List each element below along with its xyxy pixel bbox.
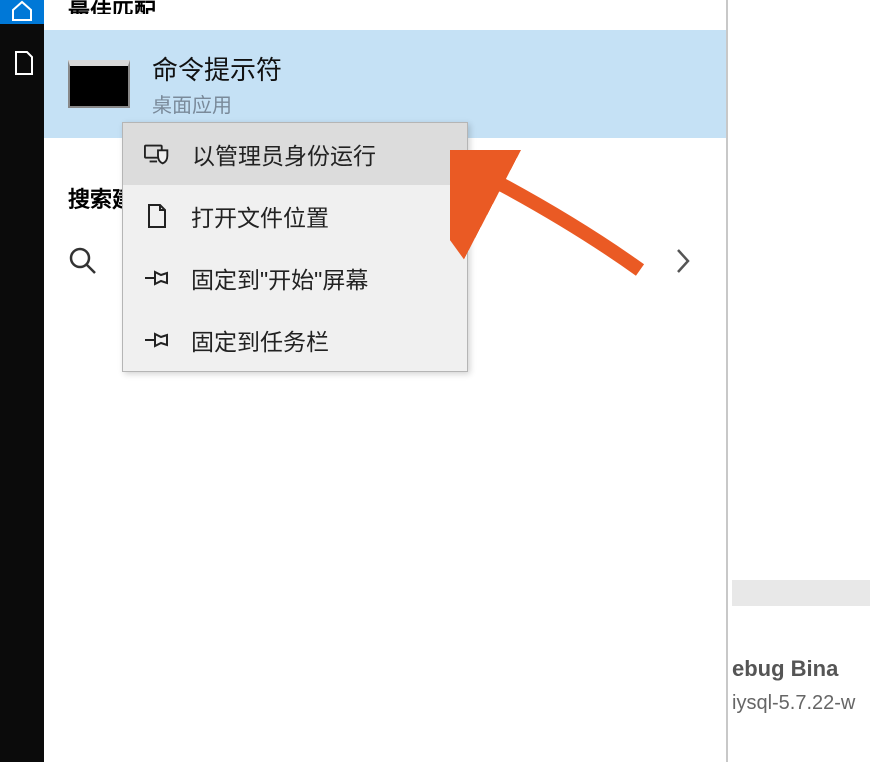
ctx-pin-to-taskbar[interactable]: 固定到任务栏 <box>123 309 467 371</box>
chevron-right-icon <box>674 246 692 281</box>
background-bar <box>732 580 870 606</box>
cmd-app-icon <box>68 60 130 108</box>
background-window-fragment: ebug Bina iysql-5.7.22-w <box>732 580 870 715</box>
start-left-rail <box>0 0 44 762</box>
folder-icon <box>143 202 171 230</box>
result-subtitle: 桌面应用 <box>152 89 282 118</box>
background-text-1: ebug Bina <box>732 656 870 682</box>
ctx-pin-to-start[interactable]: 固定到"开始"屏幕 <box>123 247 467 309</box>
ctx-item-label: 固定到任务栏 <box>191 323 329 357</box>
start-home-tile[interactable] <box>0 0 44 24</box>
ctx-item-label: 以管理员身份运行 <box>192 137 376 171</box>
background-text-2: iysql-5.7.22-w <box>732 692 870 715</box>
search-icon <box>68 246 98 281</box>
ctx-run-as-admin[interactable]: 以管理员身份运行 <box>123 123 467 185</box>
shield-monitor-icon <box>144 140 172 168</box>
ctx-open-file-location[interactable]: 打开文件位置 <box>123 185 467 247</box>
pin-icon <box>143 264 171 292</box>
result-text-block: 命令提示符 桌面应用 <box>152 50 282 118</box>
start-search-panel: 最佳匹配 命令提示符 桌面应用 搜索建议 <box>44 0 728 762</box>
best-match-header: 最佳匹配 <box>44 0 726 14</box>
context-menu: 以管理员身份运行 打开文件位置 固定到"开始"屏幕 固定到任务栏 <box>122 122 468 372</box>
home-icon <box>9 0 35 22</box>
result-title: 命令提示符 <box>152 50 282 87</box>
document-icon[interactable] <box>14 50 34 81</box>
ctx-item-label: 固定到"开始"屏幕 <box>191 261 368 295</box>
ctx-item-label: 打开文件位置 <box>191 199 329 233</box>
pin-icon <box>143 326 171 354</box>
